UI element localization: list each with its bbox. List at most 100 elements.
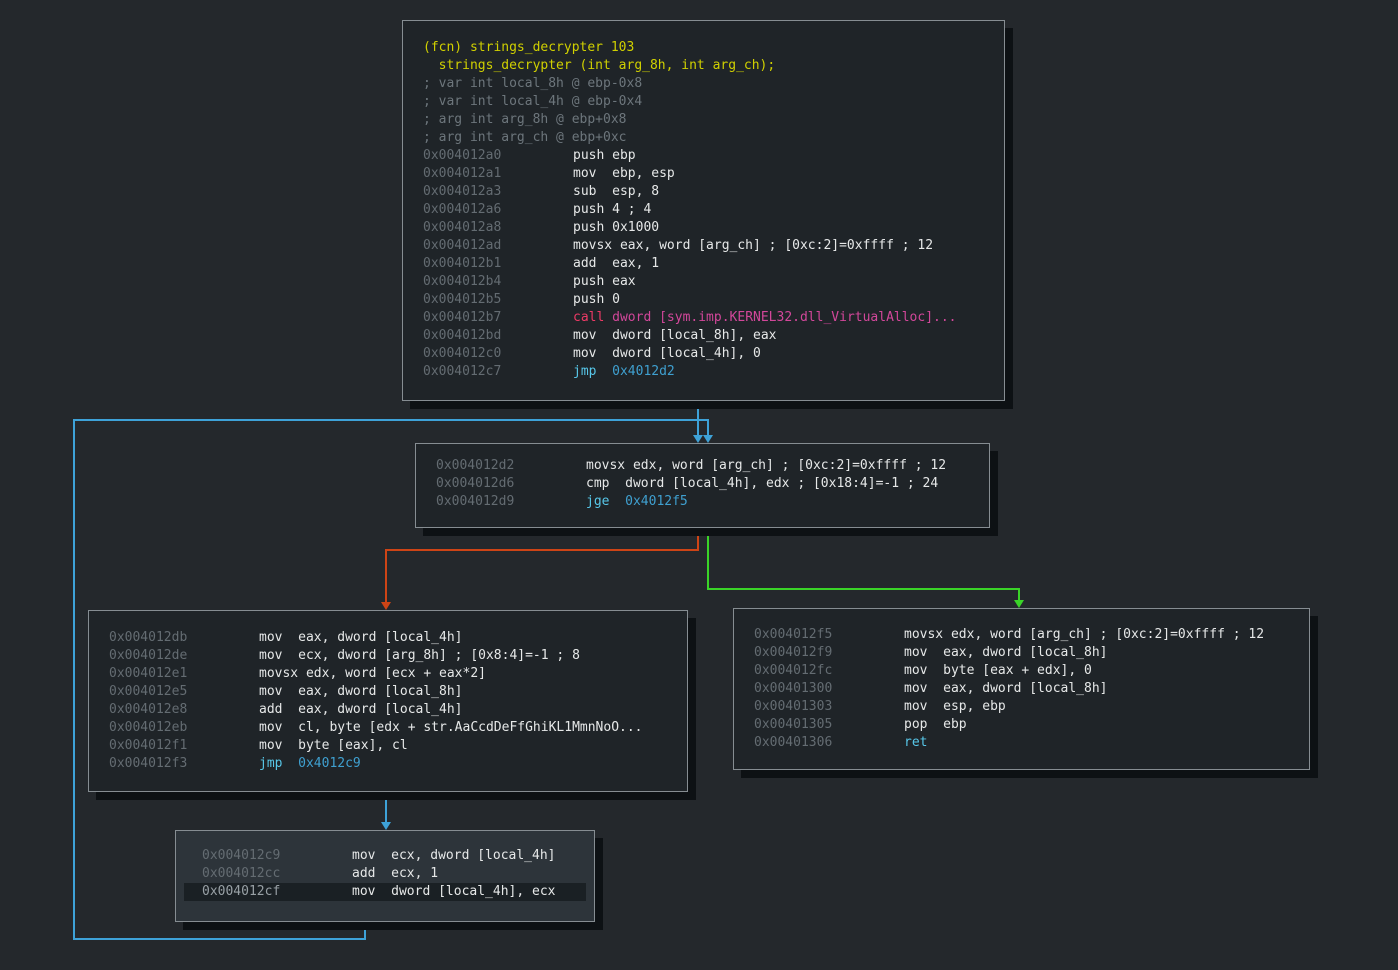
asm-text: mov ecx, dword [arg_8h] ; [0x8:4]=-1 ; 8 — [259, 648, 580, 663]
edge-false-to-0x4012db — [385, 549, 387, 602]
asm-text: ; arg int arg_ch @ ebp+0xc — [423, 130, 627, 145]
asm-text: add eax, 1 — [573, 256, 659, 271]
asm-text: mov eax, dword [local_8h] — [904, 681, 1108, 696]
asm-line[interactable]: 0x004012bdmov dword [local_8h], eax — [403, 327, 1004, 345]
instruction-address: 0x004012b7 — [423, 309, 573, 327]
asm-text: pop ebp — [904, 717, 967, 732]
asm-line[interactable]: (fcn) strings_decrypter 103 — [403, 39, 1004, 57]
instruction-address: 0x004012e5 — [109, 683, 259, 701]
asm-text: call — [573, 310, 612, 325]
instruction-address: 0x004012cf — [202, 883, 352, 901]
asm-line[interactable]: 0x004012e8add eax, dword [local_4h] — [89, 701, 687, 719]
asm-line[interactable]: 0x004012a8push 0x1000 — [403, 219, 1004, 237]
asm-line[interactable]: 0x004012b4push eax — [403, 273, 1004, 291]
asm-line[interactable]: 0x004012a1mov ebp, esp — [403, 165, 1004, 183]
arrowhead-down-icon — [1014, 600, 1024, 608]
asm-text: ret — [904, 735, 927, 750]
asm-line[interactable]: 0x004012b1add eax, 1 — [403, 255, 1004, 273]
asm-text: mov cl, byte [edx + str.AaCcdDeFfGhiKL1M… — [259, 720, 643, 735]
asm-text: mov ebp, esp — [573, 166, 675, 181]
instruction-address: 0x004012de — [109, 647, 259, 665]
instruction-address: 0x004012f5 — [754, 626, 904, 644]
instruction-address: 0x004012eb — [109, 719, 259, 737]
arrowhead-down-icon — [381, 822, 391, 830]
instruction-address: 0x004012a8 — [423, 219, 573, 237]
asm-line[interactable]: 0x004012a0push ebp — [403, 147, 1004, 165]
asm-line[interactable]: 0x004012ebmov cl, byte [edx + str.AaCcdD… — [89, 719, 687, 737]
asm-text: movsx eax, word [arg_ch] ; [0xc:2]=0xfff… — [573, 238, 933, 253]
asm-line[interactable]: 0x004012c9mov ecx, dword [local_4h] — [176, 847, 594, 865]
asm-line[interactable]: 0x004012demov ecx, dword [arg_8h] ; [0x8… — [89, 647, 687, 665]
asm-line[interactable]: 0x004012admovsx eax, word [arg_ch] ; [0x… — [403, 237, 1004, 255]
asm-line[interactable]: 0x004012ccadd ecx, 1 — [176, 865, 594, 883]
asm-line[interactable]: 0x004012e1movsx edx, word [ecx + eax*2] — [89, 665, 687, 683]
instruction-address: 0x00401306 — [754, 734, 904, 752]
asm-line[interactable]: 0x004012d2movsx edx, word [arg_ch] ; [0x… — [416, 457, 989, 475]
asm-line[interactable]: 0x004012f5movsx edx, word [arg_ch] ; [0x… — [734, 626, 1309, 644]
instruction-address: 0x004012d6 — [436, 475, 586, 493]
instruction-address: 0x004012a3 — [423, 183, 573, 201]
asm-text: movsx edx, word [arg_ch] ; [0xc:2]=0xfff… — [586, 458, 946, 473]
arrowhead-down-icon — [693, 435, 703, 443]
asm-line[interactable]: 0x004012dbmov eax, dword [local_4h] — [89, 629, 687, 647]
basic-block-0x004012db[interactable]: 0x004012dbmov eax, dword [local_4h]0x004… — [88, 610, 688, 792]
asm-text: mov dword [local_4h], ecx — [352, 884, 556, 899]
asm-text: movsx edx, word [arg_ch] ; [0xc:2]=0xfff… — [904, 627, 1264, 642]
asm-line[interactable]: 0x00401300mov eax, dword [local_8h] — [734, 680, 1309, 698]
asm-text: 0x4012f5 — [625, 494, 688, 509]
instruction-address: 0x004012db — [109, 629, 259, 647]
asm-text: ; var int local_8h @ ebp-0x8 — [423, 76, 642, 91]
asm-line[interactable]: ; var int local_4h @ ebp-0x4 — [403, 93, 1004, 111]
asm-line[interactable]: 0x004012b7call dword [sym.imp.KERNEL32.d… — [403, 309, 1004, 327]
asm-text: mov eax, dword [local_4h] — [259, 630, 463, 645]
asm-text: ; arg int arg_8h @ ebp+0x8 — [423, 112, 627, 127]
asm-line[interactable]: 0x004012fcmov byte [eax + edx], 0 — [734, 662, 1309, 680]
basic-block-0x004012a0[interactable]: (fcn) strings_decrypter 103 strings_decr… — [402, 20, 1005, 401]
asm-line[interactable]: 0x004012a3sub esp, 8 — [403, 183, 1004, 201]
instruction-address: 0x004012d9 — [436, 493, 586, 511]
asm-line[interactable]: ; arg int arg_8h @ ebp+0x8 — [403, 111, 1004, 129]
asm-line[interactable]: 0x004012d9jge 0x4012f5 — [416, 493, 989, 511]
asm-line[interactable]: 0x004012a6push 4 ; 4 — [403, 201, 1004, 219]
instruction-address: 0x004012c9 — [202, 847, 352, 865]
asm-text: mov eax, dword [local_8h] — [904, 645, 1108, 660]
edge-loop-0x4012c9-to-0x4012d2 — [364, 922, 366, 939]
asm-line[interactable]: 0x00401306ret — [734, 734, 1309, 752]
asm-line[interactable]: 0x004012e5mov eax, dword [local_8h] — [89, 683, 687, 701]
instruction-address: 0x004012c7 — [423, 363, 573, 381]
edge-false-to-0x4012db — [385, 549, 699, 551]
graph-canvas[interactable]: (fcn) strings_decrypter 103 strings_decr… — [0, 0, 1398, 970]
asm-text: jmp — [259, 756, 298, 771]
asm-line[interactable]: 0x00401305pop ebp — [734, 716, 1309, 734]
edge-loop-0x4012c9-to-0x4012d2 — [73, 419, 75, 940]
instruction-address: 0x004012b4 — [423, 273, 573, 291]
basic-block-0x004012f5[interactable]: 0x004012f5movsx edx, word [arg_ch] ; [0x… — [733, 608, 1310, 770]
asm-text: push eax — [573, 274, 636, 289]
asm-text: mov byte [eax + edx], 0 — [904, 663, 1092, 678]
basic-block-0x004012d2[interactable]: 0x004012d2movsx edx, word [arg_ch] ; [0x… — [415, 443, 990, 528]
asm-text: 0x4012c9 — [298, 756, 361, 771]
arrowhead-down-icon — [703, 435, 713, 443]
basic-block-0x004012c9[interactable]: 0x004012c9mov ecx, dword [local_4h]0x004… — [175, 830, 595, 922]
asm-line[interactable]: 0x004012b5push 0 — [403, 291, 1004, 309]
instruction-address: 0x004012fc — [754, 662, 904, 680]
asm-line[interactable]: 0x004012c7jmp 0x4012d2 — [403, 363, 1004, 381]
asm-line[interactable]: strings_decrypter (int arg_8h, int arg_c… — [403, 57, 1004, 75]
asm-line[interactable]: ; var int local_8h @ ebp-0x8 — [403, 75, 1004, 93]
asm-text: add ecx, 1 — [352, 866, 438, 881]
instruction-address: 0x004012f1 — [109, 737, 259, 755]
asm-line[interactable]: 0x00401303mov esp, ebp — [734, 698, 1309, 716]
asm-line[interactable]: ; arg int arg_ch @ ebp+0xc — [403, 129, 1004, 147]
asm-text: jge — [586, 494, 625, 509]
asm-text: ; var int local_4h @ ebp-0x4 — [423, 94, 642, 109]
asm-line[interactable]: 0x004012f3jmp 0x4012c9 — [89, 755, 687, 773]
asm-line-current[interactable]: 0x004012cfmov dword [local_4h], ecx — [184, 883, 586, 901]
asm-line[interactable]: 0x004012c0mov dword [local_4h], 0 — [403, 345, 1004, 363]
asm-line[interactable]: 0x004012f9mov eax, dword [local_8h] — [734, 644, 1309, 662]
instruction-address: 0x004012c0 — [423, 345, 573, 363]
asm-line[interactable]: 0x004012f1mov byte [eax], cl — [89, 737, 687, 755]
asm-line[interactable]: 0x004012d6cmp dword [local_4h], edx ; [0… — [416, 475, 989, 493]
asm-text: cmp dword [local_4h], edx ; [0x18:4]=-1 … — [586, 476, 938, 491]
asm-text: (fcn) strings_decrypter 103 — [423, 40, 634, 55]
instruction-address: 0x004012f9 — [754, 644, 904, 662]
